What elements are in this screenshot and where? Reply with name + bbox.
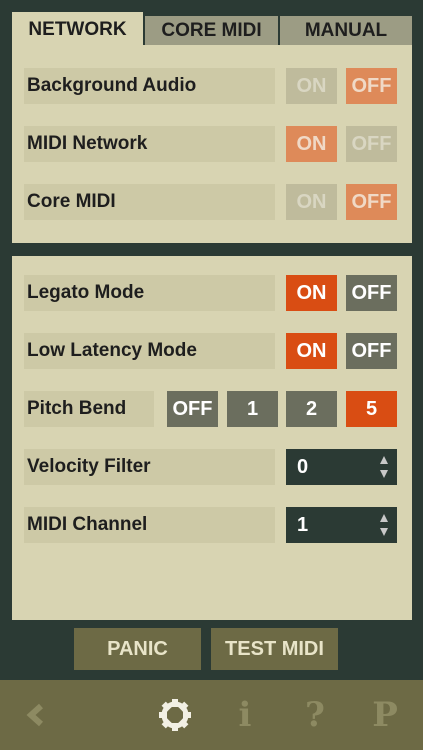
midi-channel-label: MIDI Channel (24, 507, 275, 543)
tab-manual[interactable]: MANUAL (280, 16, 412, 46)
tab-bar: NETWORK CORE MIDI MANUAL (12, 12, 412, 47)
tab-network[interactable]: NETWORK (12, 12, 143, 47)
velocity-filter-label: Velocity Filter (24, 449, 275, 485)
pitch-bend-5-button[interactable]: 5 (346, 391, 397, 427)
tab-core-midi[interactable]: CORE MIDI (145, 16, 278, 46)
low-latency-label: Low Latency Mode (24, 333, 275, 369)
core-midi-off-button[interactable]: OFF (346, 184, 397, 220)
up-down-arrows-icon[interactable] (379, 455, 389, 479)
pitch-bend-row: Pitch Bend OFF 1 2 5 (12, 391, 412, 427)
legato-mode-row: Legato Mode ON OFF (12, 275, 412, 311)
pitch-bend-1-button[interactable]: 1 (227, 391, 278, 427)
midi-channel-row: MIDI Channel 1 (12, 507, 412, 543)
midi-network-on-button[interactable]: ON (286, 126, 337, 162)
up-down-arrows-icon[interactable] (379, 513, 389, 537)
p-icon[interactable]: P (365, 680, 405, 750)
help-icon[interactable]: ? (298, 680, 332, 750)
midi-network-label: MIDI Network (24, 126, 275, 162)
midi-channel-stepper[interactable]: 1 (286, 507, 397, 543)
velocity-filter-row: Velocity Filter 0 (12, 449, 412, 485)
legato-mode-on-button[interactable]: ON (286, 275, 337, 311)
info-icon[interactable]: i (230, 680, 260, 750)
background-audio-row: Background Audio ON OFF (12, 68, 412, 104)
midi-network-off-button[interactable]: OFF (346, 126, 397, 162)
core-midi-label: Core MIDI (24, 184, 275, 220)
pitch-bend-off-button[interactable]: OFF (167, 391, 218, 427)
core-midi-on-button[interactable]: ON (286, 184, 337, 220)
panic-button[interactable]: PANIC (74, 628, 201, 670)
background-audio-on-button[interactable]: ON (286, 68, 337, 104)
core-midi-row: Core MIDI ON OFF (12, 184, 412, 220)
low-latency-off-button[interactable]: OFF (346, 333, 397, 369)
pitch-bend-2-button[interactable]: 2 (286, 391, 337, 427)
test-midi-button[interactable]: TEST MIDI (211, 628, 338, 670)
gear-icon[interactable] (155, 680, 195, 750)
low-latency-on-button[interactable]: ON (286, 333, 337, 369)
midi-network-row: MIDI Network ON OFF (12, 126, 412, 162)
low-latency-row: Low Latency Mode ON OFF (12, 333, 412, 369)
background-audio-off-button[interactable]: OFF (346, 68, 397, 104)
bottom-toolbar: i ? P (0, 680, 423, 750)
background-audio-label: Background Audio (24, 68, 275, 104)
play-settings-panel: Legato Mode ON OFF Low Latency Mode ON O… (12, 256, 412, 620)
back-icon[interactable] (18, 680, 54, 750)
network-settings-panel: Background Audio ON OFF MIDI Network ON … (12, 45, 412, 243)
velocity-filter-value: 0 (297, 455, 309, 478)
velocity-filter-stepper[interactable]: 0 (286, 449, 397, 485)
midi-channel-value: 1 (297, 513, 309, 536)
pitch-bend-label: Pitch Bend (24, 391, 154, 427)
legato-mode-off-button[interactable]: OFF (346, 275, 397, 311)
legato-mode-label: Legato Mode (24, 275, 275, 311)
